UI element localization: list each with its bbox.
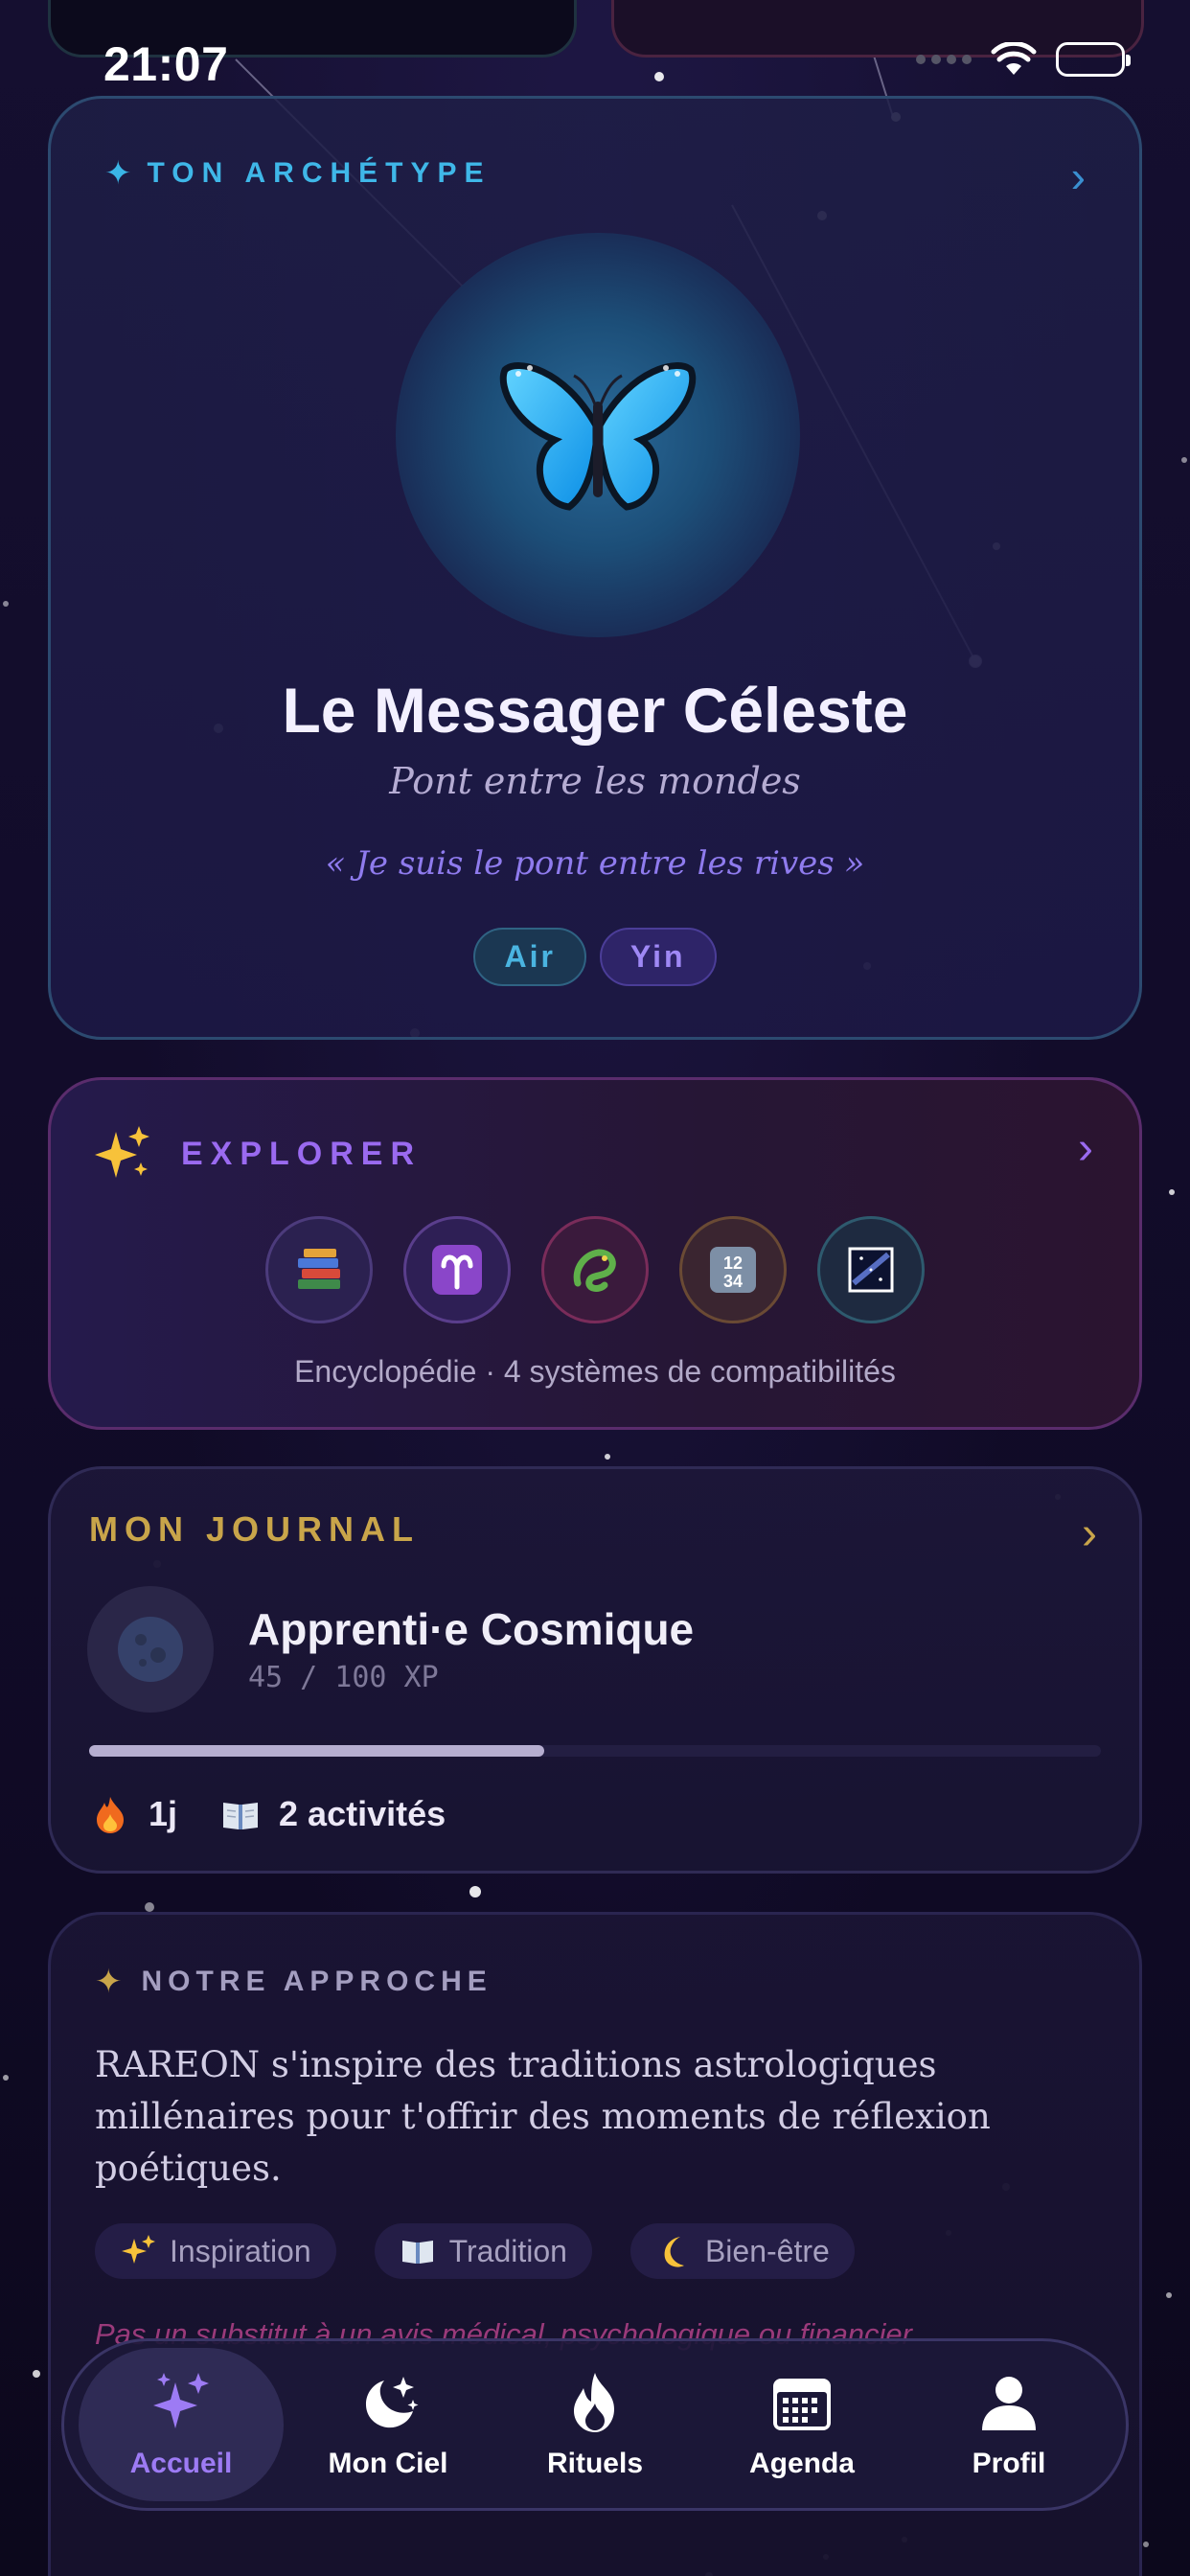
explorer-caption: Encyclopédie · 4 systèmes de compatibili…: [294, 1354, 896, 1389]
approach-section-label: NOTRE APPROCHE: [141, 1966, 492, 1997]
fire-icon: [97, 1797, 124, 1833]
archetype-orb: [396, 233, 800, 637]
butterfly-icon: [499, 362, 697, 511]
tab-agenda[interactable]: Agenda: [699, 2348, 904, 2501]
open-book-icon: [401, 2241, 433, 2264]
flame-icon: [574, 2373, 614, 2432]
xp-progress-bar: [89, 1745, 1101, 1757]
chevron-right-icon[interactable]: ›: [1078, 1122, 1093, 1175]
archetype-subtitle: Pont entre les mondes: [389, 760, 801, 802]
tab-rituels[interactable]: Rituels: [492, 2348, 698, 2501]
bottom-tab-bar: Accueil Mon Ciel Rituels Agenda Profil: [61, 2338, 1129, 2511]
approach-pills: Inspiration Tradition Bien-être: [95, 2223, 855, 2279]
pill-bien-etre: Bien-être: [629, 2223, 855, 2279]
sparkles-icon: [122, 2235, 155, 2264]
tab-label: Rituels: [546, 2448, 644, 2479]
tag-air: Air: [473, 928, 586, 986]
sparkles-icon: [95, 1126, 149, 1178]
activities-value: 2 activités: [279, 1794, 446, 1833]
aries-icon[interactable]: [403, 1216, 511, 1323]
journal-level-title: Apprenti·e Cosmique: [248, 1604, 695, 1654]
sparkles-icon: [153, 2373, 209, 2428]
status-icons: [916, 42, 1131, 77]
journal-section-label: MON JOURNAL: [89, 1509, 420, 1549]
tab-label: Agenda: [748, 2448, 855, 2479]
pill-tradition: Tradition: [374, 2223, 592, 2279]
pill-label: Inspiration: [170, 2233, 311, 2268]
status-time: 21:07: [103, 37, 229, 91]
explorer-header: EXPLORER: [93, 1124, 422, 1184]
milky-way-icon[interactable]: [817, 1216, 925, 1323]
xp-progress-fill: [89, 1745, 545, 1757]
archetype-tags: Air Yin: [51, 928, 1139, 986]
books-icon[interactable]: [265, 1216, 373, 1323]
calendar-icon: [773, 2379, 831, 2430]
moon-avatar: [87, 1586, 214, 1713]
open-book-icon: [223, 1803, 259, 1829]
star-icon: ✦: [104, 155, 132, 192]
svg-text:34: 34: [723, 1272, 743, 1291]
home-screen: 21:07 ✦ TON ARCHÉTYPE › Le Messager Céle…: [0, 0, 1190, 2576]
explorer-card[interactable]: EXPLORER › 12 34 Encyclopédie · 4 systèm…: [48, 1077, 1142, 1430]
archetype-section-label: TON ARCHÉTYPE: [147, 157, 492, 189]
pill-label: Tradition: [448, 2233, 567, 2268]
streak-stat: 1j: [89, 1793, 177, 1835]
archetype-quote: « Je suis le pont entre les rives »: [325, 844, 865, 883]
signal-dots-icon: [916, 55, 972, 64]
pill-label: Bien-être: [704, 2233, 830, 2268]
crescent-moon-icon: [664, 2237, 684, 2267]
wifi-icon: [991, 42, 1037, 75]
battery-icon: [1056, 42, 1131, 77]
tab-label: Mon Ciel: [328, 2448, 448, 2479]
archetype-card[interactable]: ✦ TON ARCHÉTYPE › Le Messager Céleste Po…: [48, 96, 1142, 1040]
journal-stats: 1j 2 activités: [89, 1793, 446, 1835]
dragon-icon[interactable]: [541, 1216, 649, 1323]
chevron-right-icon[interactable]: ›: [1082, 1507, 1097, 1560]
tab-label: Accueil: [129, 2448, 233, 2479]
approach-header: ✦ NOTRE APPROCHE: [95, 1963, 492, 2001]
tab-mon-ciel[interactable]: Mon Ciel: [286, 2348, 491, 2501]
moon-stars-icon: [365, 2377, 419, 2428]
activities-stat: 2 activités: [219, 1793, 446, 1835]
archetype-name: Le Messager Céleste: [282, 675, 908, 746]
tab-profil[interactable]: Profil: [906, 2348, 1111, 2501]
numbers-icon[interactable]: 12 34: [679, 1216, 787, 1323]
pill-inspiration: Inspiration: [95, 2223, 336, 2279]
approach-text: RAREON s'inspire des traditions astrolog…: [95, 2044, 991, 2189]
streak-value: 1j: [149, 1794, 178, 1833]
explorer-section-label: EXPLORER: [181, 1135, 423, 1172]
moon-icon: [118, 1617, 183, 1682]
svg-text:12: 12: [723, 1254, 743, 1273]
journal-card[interactable]: MON JOURNAL › Apprenti·e Cosmique 45 / 1…: [48, 1466, 1142, 1874]
tab-accueil[interactable]: Accueil: [79, 2348, 284, 2501]
journal-xp: 45 / 100 XP: [248, 1661, 439, 1694]
archetype-header: ✦ TON ARCHÉTYPE: [104, 154, 492, 193]
person-icon: [982, 2377, 1036, 2430]
explorer-icons: 12 34: [51, 1216, 1139, 1323]
chevron-right-icon[interactable]: ›: [1071, 150, 1086, 202]
tab-label: Profil: [972, 2448, 1046, 2479]
star-icon: ✦: [95, 1964, 123, 2000]
tag-yin: Yin: [599, 928, 717, 986]
